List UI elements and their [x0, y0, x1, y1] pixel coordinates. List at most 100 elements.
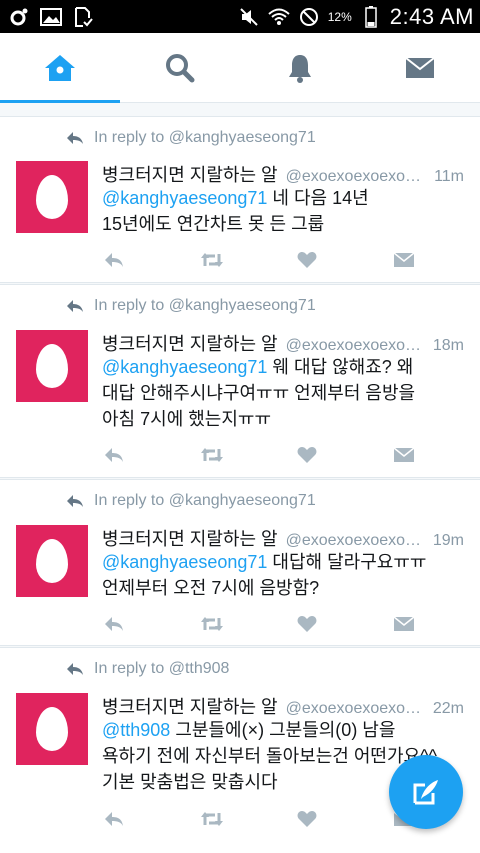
mention-link[interactable]: @tth908	[102, 720, 170, 740]
battery-percent: 12%	[327, 10, 352, 24]
tweet-actions	[102, 613, 422, 635]
display-name[interactable]: 병크터지면 지랄하는 알	[102, 525, 278, 551]
retweet-button[interactable]	[200, 444, 224, 466]
reply-to-label: In reply to @kanghyaeseong71	[94, 492, 316, 509]
like-button[interactable]	[295, 249, 319, 271]
tweet-text: @kanghyaeseong71 네 다음 14년 15년에도 연간차트 못 든…	[102, 185, 460, 237]
active-tab-indicator	[0, 100, 120, 103]
timestamp: 19m	[432, 532, 464, 549]
handle[interactable]: @exoexoexoexoexo	[286, 168, 428, 186]
reply-button[interactable]	[102, 613, 126, 635]
do-not-disturb-icon	[298, 6, 320, 28]
reply-button[interactable]	[102, 444, 126, 466]
display-name[interactable]: 병크터지면 지랄하는 알	[102, 161, 278, 187]
handle[interactable]: @exoexoexoexoexo	[286, 337, 427, 355]
tab-notifications[interactable]	[240, 33, 360, 103]
tab-bar	[0, 33, 480, 103]
mute-icon	[238, 6, 260, 28]
avatar[interactable]	[16, 161, 88, 233]
reply-icon	[105, 812, 123, 826]
heart-icon	[297, 447, 317, 463]
mention-link[interactable]: @kanghyaeseong71	[102, 188, 267, 208]
tweet-actions	[102, 808, 422, 830]
reply-icon	[105, 448, 123, 462]
reply-arrow-icon	[67, 495, 83, 507]
tweet-header: 병크터지면 지랄하는 알 @exoexoexoexoexo 18m	[102, 330, 464, 356]
retweet-icon	[201, 812, 223, 826]
reply-to-label: In reply to @tth908	[94, 660, 230, 677]
like-button[interactable]	[295, 808, 319, 830]
direct-message-button[interactable]	[392, 249, 416, 271]
battery-icon	[360, 6, 382, 28]
tweet[interactable]: In reply to @kanghyaeseong71 병크터지면 지랄하는 …	[0, 284, 480, 478]
heart-icon	[297, 811, 317, 827]
tweet-header: 병크터지면 지랄하는 알 @exoexoexoexoexo 19m	[102, 525, 464, 551]
egg-avatar-icon	[36, 707, 68, 751]
tweet[interactable]: In reply to @kanghyaeseong71 병크터지면 지랄하는 …	[0, 116, 480, 283]
handle[interactable]: @exoexoexoexoexo	[286, 532, 427, 550]
reply-to-label: In reply to @kanghyaeseong71	[94, 129, 316, 146]
reply-arrow-icon	[67, 300, 83, 312]
retweet-icon	[201, 253, 223, 267]
reply-arrow-icon	[67, 132, 83, 144]
reply-icon	[105, 253, 123, 267]
timestamp: 11m	[434, 168, 464, 185]
egg-avatar-icon	[36, 175, 68, 219]
tweet-text: @kanghyaeseong71 대답해 달라구요ㅠㅠ 언제부터 오전 7시에 …	[102, 549, 460, 601]
reply-button[interactable]	[102, 808, 126, 830]
bell-icon	[289, 55, 311, 83]
mention-link[interactable]: @kanghyaeseong71	[102, 357, 267, 377]
envelope-icon	[394, 252, 414, 267]
tweet-text-line: 웨 대답 않해죠? 왜	[267, 357, 414, 377]
mention-link[interactable]: @kanghyaeseong71	[102, 552, 267, 572]
download-check-icon	[72, 6, 94, 28]
reply-arrow-icon	[67, 663, 83, 675]
tweet-text: @kanghyaeseong71 웨 대답 않해죠? 왜 대답 안해주시냐구여ㅠ…	[102, 354, 460, 432]
avatar[interactable]	[16, 330, 88, 402]
tweet-actions	[102, 444, 422, 466]
reply-context[interactable]: In reply to @tth908	[66, 660, 229, 678]
tweet[interactable]: In reply to @kanghyaeseong71 병크터지면 지랄하는 …	[0, 479, 480, 646]
like-button[interactable]	[295, 444, 319, 466]
reply-context[interactable]: In reply to @kanghyaeseong71	[66, 492, 316, 510]
retweet-icon	[201, 617, 223, 631]
display-name[interactable]: 병크터지면 지랄하는 알	[102, 330, 278, 356]
envelope-icon	[394, 447, 414, 462]
egg-avatar-icon	[36, 539, 68, 583]
image-icon	[40, 6, 62, 28]
retweet-button[interactable]	[200, 249, 224, 271]
timestamp: 18m	[432, 337, 464, 354]
avatar[interactable]	[16, 525, 88, 597]
tweet-text-line: 네 다음 14년	[267, 188, 369, 208]
tab-home[interactable]	[0, 33, 120, 103]
compose-tweet-button[interactable]	[389, 755, 463, 829]
display-name[interactable]: 병크터지면 지랄하는 알	[102, 693, 278, 719]
handle[interactable]: @exoexoexoexoexo	[286, 700, 427, 718]
tweet-text-line: 그분들에(×) 그분들의(0) 남을	[170, 720, 396, 740]
home-icon	[45, 55, 75, 81]
direct-message-button[interactable]	[392, 444, 416, 466]
tweet-header: 병크터지면 지랄하는 알 @exoexoexoexoexo 22m	[102, 693, 464, 719]
like-button[interactable]	[295, 613, 319, 635]
reply-context[interactable]: In reply to @kanghyaeseong71	[66, 297, 316, 315]
search-icon	[166, 54, 195, 83]
tweet-text-line: 아침 7시에 했는지ㅠㅠ	[102, 409, 272, 429]
retweet-icon	[201, 448, 223, 462]
retweet-button[interactable]	[200, 613, 224, 635]
tab-search[interactable]	[120, 33, 240, 103]
avatar[interactable]	[16, 693, 88, 765]
compose-feather-icon	[413, 780, 438, 805]
reply-button[interactable]	[102, 249, 126, 271]
tweet-actions	[102, 249, 422, 271]
direct-message-button[interactable]	[392, 613, 416, 635]
status-bar: 12% 2:43 AM	[0, 0, 480, 33]
heart-icon	[297, 252, 317, 268]
tab-messages[interactable]	[360, 33, 480, 103]
wifi-icon	[268, 6, 290, 28]
retweet-button[interactable]	[200, 808, 224, 830]
egg-avatar-icon	[36, 344, 68, 388]
tweet-text-line: 대답해 달라구요ㅠㅠ	[267, 552, 427, 572]
tweet-text-line: 대답 안해주시냐구여ㅠㅠ 언제부터 음방을	[102, 383, 416, 403]
sync-icon	[8, 6, 30, 28]
reply-context[interactable]: In reply to @kanghyaeseong71	[66, 129, 316, 147]
